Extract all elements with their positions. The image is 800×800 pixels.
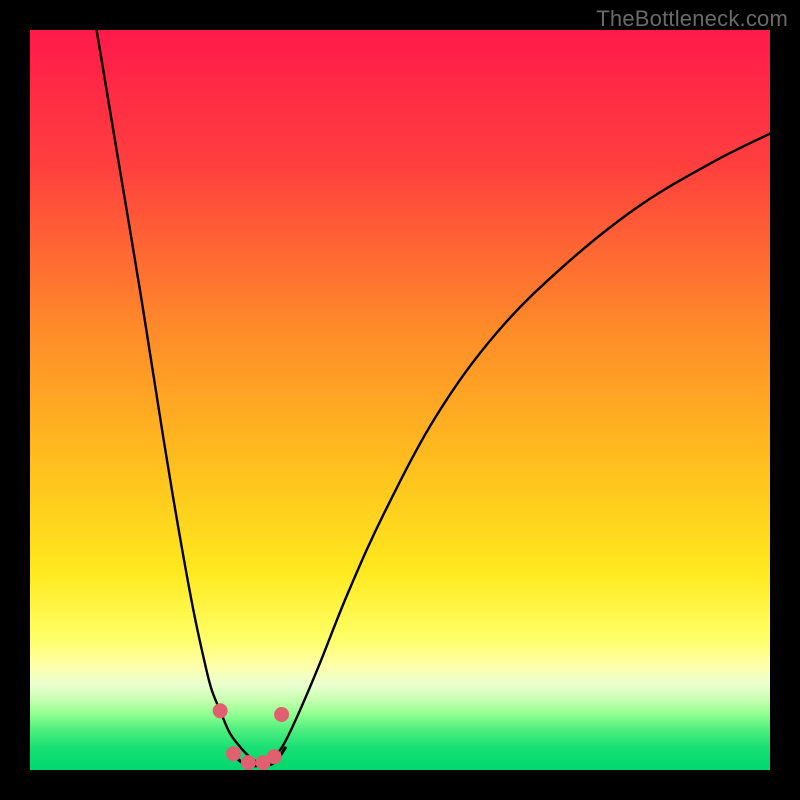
highlight-marker bbox=[241, 755, 256, 770]
watermark-text: TheBottleneck.com bbox=[596, 6, 788, 32]
marker-group bbox=[213, 703, 289, 770]
highlight-marker bbox=[213, 703, 228, 718]
curve-group bbox=[97, 30, 770, 766]
curve-left-branch bbox=[97, 30, 264, 764]
highlight-marker bbox=[226, 746, 241, 761]
chart-svg bbox=[30, 30, 770, 770]
highlight-marker bbox=[274, 707, 289, 722]
highlight-marker bbox=[267, 749, 282, 764]
curve-right-branch bbox=[267, 134, 770, 764]
